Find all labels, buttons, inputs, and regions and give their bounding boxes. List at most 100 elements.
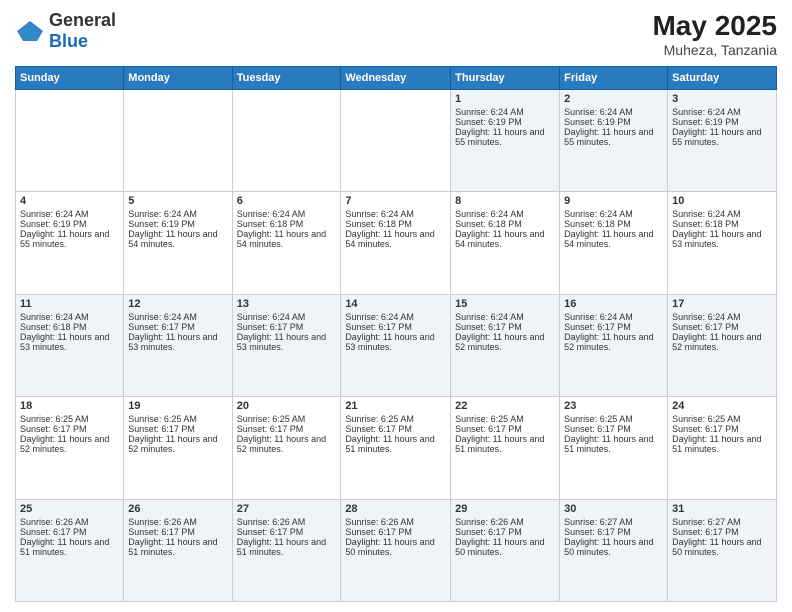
page: General Blue May 2025 Muheza, Tanzania S…	[0, 0, 792, 612]
daylight-text: Daylight: 11 hours and 55 minutes.	[564, 127, 663, 147]
day-number: 16	[564, 298, 663, 310]
daylight-text: Daylight: 11 hours and 53 minutes.	[237, 332, 337, 352]
calendar-cell-w4-d6: 23Sunrise: 6:25 AMSunset: 6:17 PMDayligh…	[560, 397, 668, 499]
logo-general: General	[49, 10, 116, 30]
day-number: 27	[237, 503, 337, 515]
sunrise-text: Sunrise: 6:24 AM	[20, 312, 119, 322]
day-number: 13	[237, 298, 337, 310]
sunrise-text: Sunrise: 6:24 AM	[237, 312, 337, 322]
daylight-text: Daylight: 11 hours and 50 minutes.	[345, 537, 446, 557]
daylight-text: Daylight: 11 hours and 54 minutes.	[345, 229, 446, 249]
day-number: 11	[20, 298, 119, 310]
calendar-cell-w5-d6: 30Sunrise: 6:27 AMSunset: 6:17 PMDayligh…	[560, 499, 668, 601]
week-row-3: 11Sunrise: 6:24 AMSunset: 6:18 PMDayligh…	[16, 294, 777, 396]
calendar-cell-w4-d4: 21Sunrise: 6:25 AMSunset: 6:17 PMDayligh…	[341, 397, 451, 499]
calendar-cell-w2-d7: 10Sunrise: 6:24 AMSunset: 6:18 PMDayligh…	[668, 192, 777, 294]
calendar: Sunday Monday Tuesday Wednesday Thursday…	[15, 66, 777, 602]
sunrise-text: Sunrise: 6:24 AM	[345, 312, 446, 322]
day-number: 28	[345, 503, 446, 515]
daylight-text: Daylight: 11 hours and 54 minutes.	[237, 229, 337, 249]
sunset-text: Sunset: 6:19 PM	[564, 117, 663, 127]
day-number: 5	[128, 195, 227, 207]
sunrise-text: Sunrise: 6:25 AM	[128, 414, 227, 424]
day-number: 1	[455, 93, 555, 105]
daylight-text: Daylight: 11 hours and 52 minutes.	[20, 434, 119, 454]
sunrise-text: Sunrise: 6:26 AM	[237, 517, 337, 527]
sunrise-text: Sunrise: 6:24 AM	[345, 209, 446, 219]
logo: General Blue	[15, 10, 116, 52]
sunrise-text: Sunrise: 6:26 AM	[20, 517, 119, 527]
daylight-text: Daylight: 11 hours and 53 minutes.	[672, 229, 772, 249]
daylight-text: Daylight: 11 hours and 55 minutes.	[672, 127, 772, 147]
day-number: 23	[564, 400, 663, 412]
sunset-text: Sunset: 6:18 PM	[564, 219, 663, 229]
day-number: 21	[345, 400, 446, 412]
daylight-text: Daylight: 11 hours and 54 minutes.	[455, 229, 555, 249]
day-number: 8	[455, 195, 555, 207]
location: Muheza, Tanzania	[652, 42, 777, 58]
daylight-text: Daylight: 11 hours and 51 minutes.	[128, 537, 227, 557]
sunset-text: Sunset: 6:18 PM	[237, 219, 337, 229]
sunset-text: Sunset: 6:17 PM	[455, 322, 555, 332]
daylight-text: Daylight: 11 hours and 51 minutes.	[20, 537, 119, 557]
daylight-text: Daylight: 11 hours and 55 minutes.	[455, 127, 555, 147]
day-number: 3	[672, 93, 772, 105]
daylight-text: Daylight: 11 hours and 53 minutes.	[20, 332, 119, 352]
sunrise-text: Sunrise: 6:24 AM	[564, 107, 663, 117]
week-row-4: 18Sunrise: 6:25 AMSunset: 6:17 PMDayligh…	[16, 397, 777, 499]
calendar-cell-w3-d1: 11 Sunrise: 6:24 AMSunset: 6:18 PMDayligh…	[16, 294, 124, 396]
sunset-text: Sunset: 6:19 PM	[672, 117, 772, 127]
daylight-text: Daylight: 11 hours and 52 minutes.	[237, 434, 337, 454]
sunset-text: Sunset: 6:18 PM	[345, 219, 446, 229]
daylight-text: Daylight: 11 hours and 54 minutes.	[564, 229, 663, 249]
day-number: 10	[672, 195, 772, 207]
sunset-text: Sunset: 6:17 PM	[20, 527, 119, 537]
calendar-cell-w2-d5: 8 Sunrise: 6:24 AMSunset: 6:18 PMDaylight…	[451, 192, 560, 294]
daylight-text: Daylight: 11 hours and 51 minutes.	[237, 537, 337, 557]
sunset-text: Sunset: 6:17 PM	[345, 424, 446, 434]
sunset-text: Sunset: 6:17 PM	[345, 527, 446, 537]
calendar-cell-w3-d2: 12Sunrise: 6:24 AMSunset: 6:17 PMDayligh…	[124, 294, 232, 396]
sunset-text: Sunset: 6:17 PM	[455, 424, 555, 434]
sunrise-text: Sunrise: 6:27 AM	[564, 517, 663, 527]
sunrise-text: Sunrise: 6:24 AM	[128, 209, 227, 219]
header-thursday: Thursday	[451, 67, 560, 90]
sunrise-text: Sunrise: 6:25 AM	[672, 414, 772, 424]
calendar-cell-w4-d1: 18Sunrise: 6:25 AMSunset: 6:17 PMDayligh…	[16, 397, 124, 499]
sunrise-text: Sunrise: 6:24 AM	[564, 312, 663, 322]
calendar-cell-w1-d4	[341, 90, 451, 192]
sunset-text: Sunset: 6:17 PM	[237, 322, 337, 332]
calendar-cell-w3-d4: 14Sunrise: 6:24 AMSunset: 6:17 PMDayligh…	[341, 294, 451, 396]
weekday-header-row: Sunday Monday Tuesday Wednesday Thursday…	[16, 67, 777, 90]
calendar-cell-w1-d6: 2 Sunrise: 6:24 AMSunset: 6:19 PMDaylight…	[560, 90, 668, 192]
calendar-cell-w2-d4: 7Sunrise: 6:24 AMSunset: 6:18 PMDaylight…	[341, 192, 451, 294]
sunrise-text: Sunrise: 6:26 AM	[345, 517, 446, 527]
header-sunday: Sunday	[16, 67, 124, 90]
daylight-text: Daylight: 11 hours and 55 minutes.	[20, 229, 119, 249]
calendar-cell-w5-d3: 27 Sunrise: 6:26 AMSunset: 6:17 PMDayligh…	[232, 499, 341, 601]
calendar-cell-w1-d3	[232, 90, 341, 192]
calendar-cell-w1-d2	[124, 90, 232, 192]
sunset-text: Sunset: 6:18 PM	[455, 219, 555, 229]
sunset-text: Sunset: 6:18 PM	[20, 322, 119, 332]
sunrise-text: Sunrise: 6:25 AM	[455, 414, 555, 424]
day-number: 31	[672, 503, 772, 515]
sunrise-text: Sunrise: 6:25 AM	[237, 414, 337, 424]
week-row-5: 25Sunrise: 6:26 AMSunset: 6:17 PMDayligh…	[16, 499, 777, 601]
daylight-text: Daylight: 11 hours and 52 minutes.	[128, 434, 227, 454]
header-saturday: Saturday	[668, 67, 777, 90]
sunset-text: Sunset: 6:19 PM	[128, 219, 227, 229]
sunset-text: Sunset: 6:17 PM	[237, 527, 337, 537]
day-number: 18	[20, 400, 119, 412]
sunrise-text: Sunrise: 6:24 AM	[455, 312, 555, 322]
sunrise-text: Sunrise: 6:26 AM	[455, 517, 555, 527]
header: General Blue May 2025 Muheza, Tanzania	[15, 10, 777, 58]
sunrise-text: Sunrise: 6:24 AM	[455, 209, 555, 219]
calendar-cell-w5-d5: 29Sunrise: 6:26 AMSunset: 6:17 PMDayligh…	[451, 499, 560, 601]
calendar-cell-w2-d1: 4Sunrise: 6:24 AMSunset: 6:19 PMDaylight…	[16, 192, 124, 294]
calendar-cell-w1-d1	[16, 90, 124, 192]
day-number: 17	[672, 298, 772, 310]
sunset-text: Sunset: 6:17 PM	[345, 322, 446, 332]
daylight-text: Daylight: 11 hours and 54 minutes.	[128, 229, 227, 249]
day-number: 2	[564, 93, 663, 105]
